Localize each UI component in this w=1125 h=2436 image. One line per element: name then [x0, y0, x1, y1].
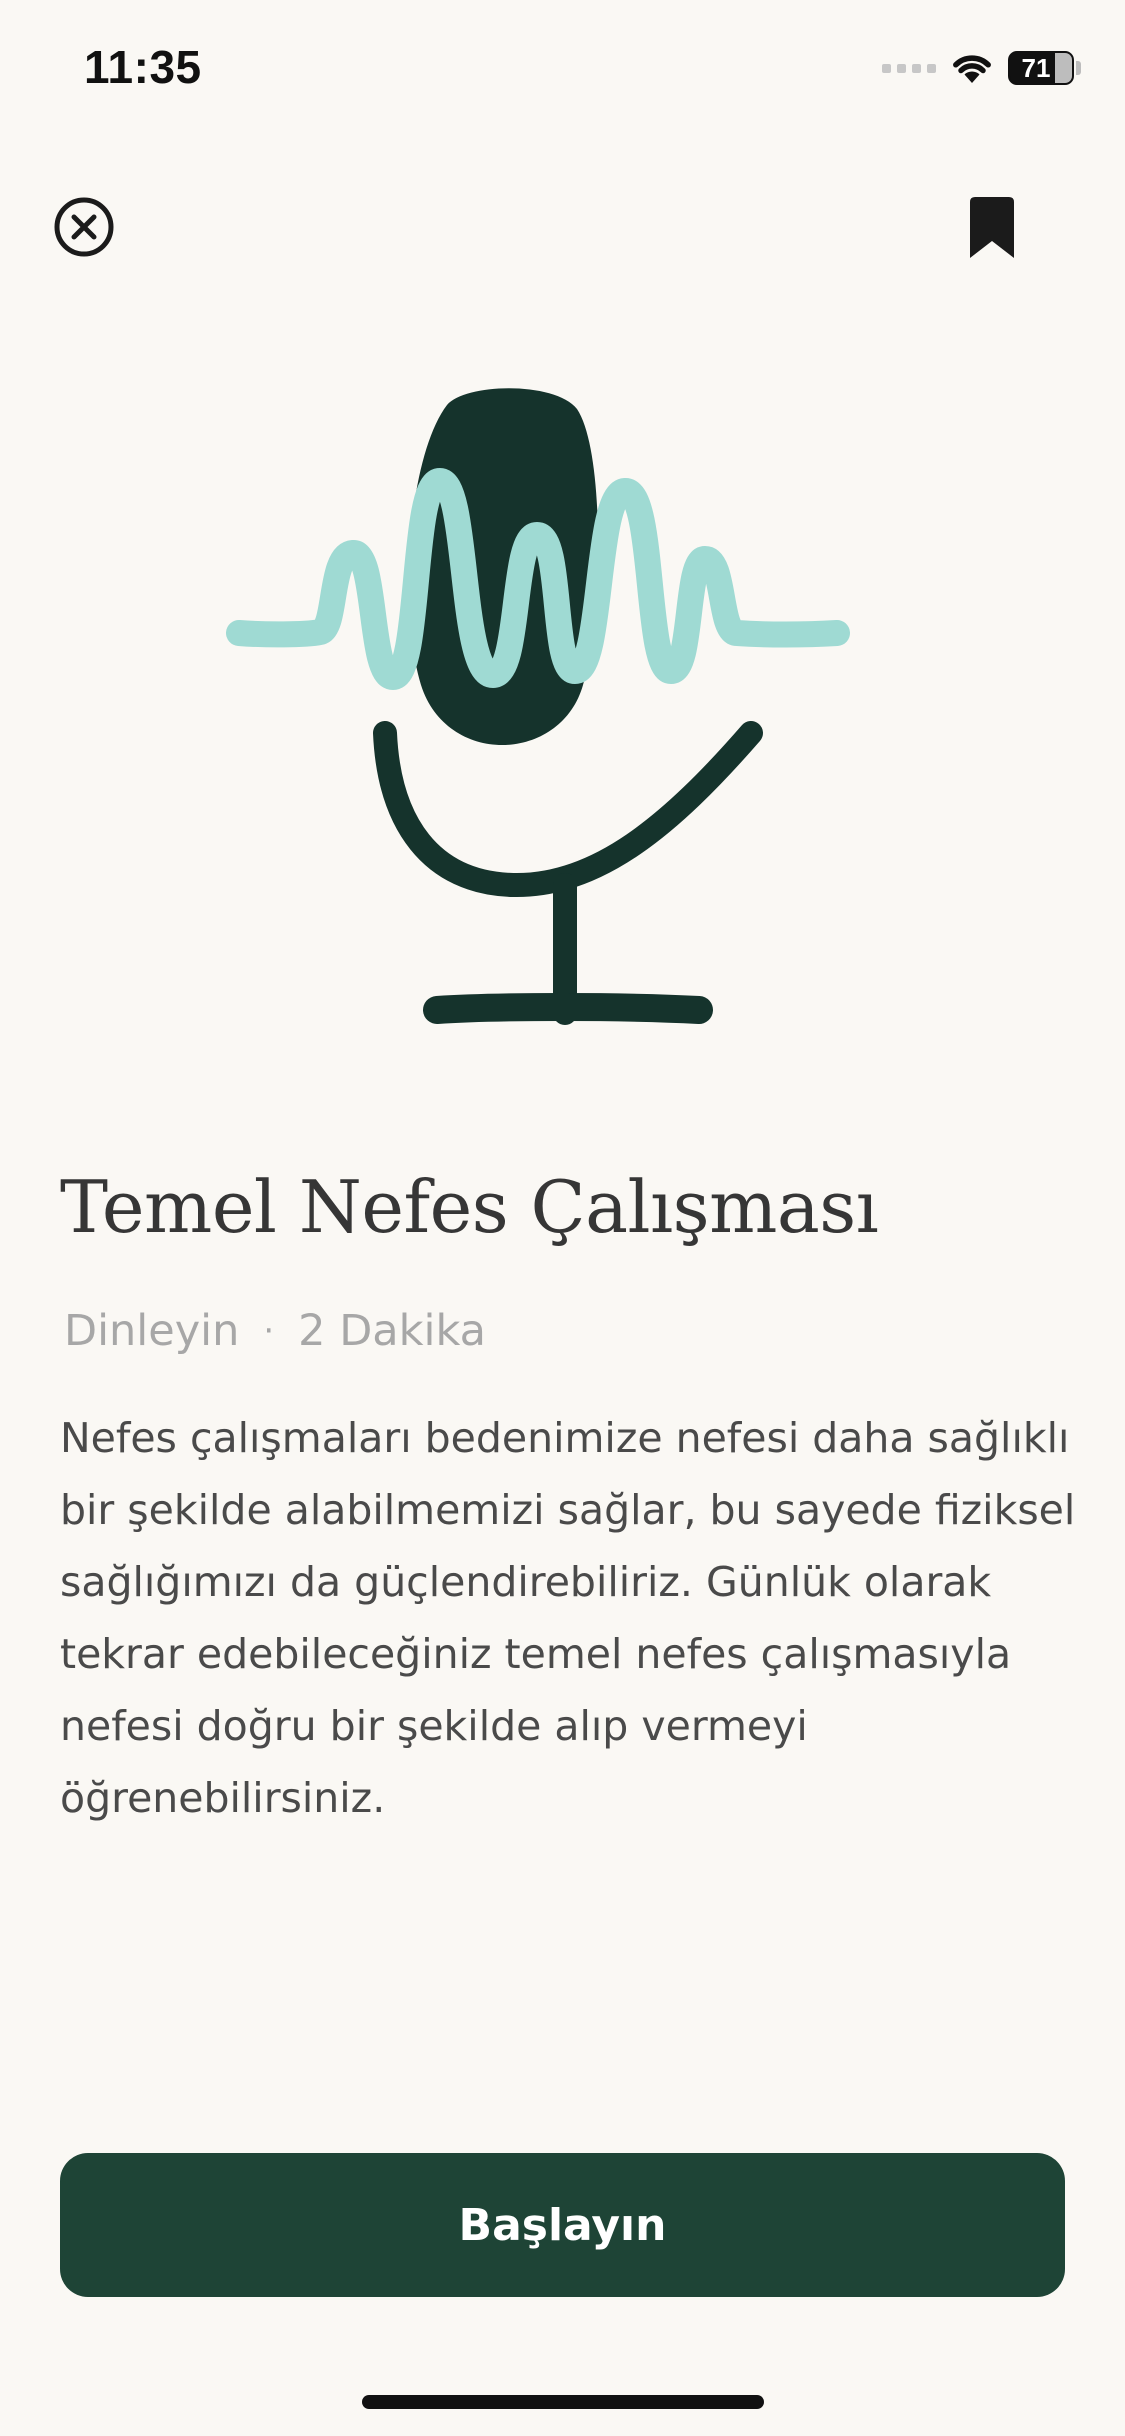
start-button[interactable]: Başlayın [60, 2153, 1065, 2297]
battery-icon: 71 [1008, 51, 1074, 85]
bookmark-icon [970, 197, 1014, 258]
microphone-illustration [226, 388, 850, 1025]
close-button[interactable] [52, 195, 116, 259]
wifi-icon [953, 55, 991, 83]
session-meta: Dinleyin · 2 Dakika [64, 1306, 486, 1356]
close-circle-icon [54, 197, 114, 257]
status-icons: 71 [882, 46, 1081, 90]
battery-level: 71 [1021, 52, 1051, 83]
meta-separator: · [263, 1311, 275, 1351]
battery-cap [1076, 61, 1081, 75]
page-title: Temel Nefes Çalışması [60, 1165, 879, 1249]
cellular-signal-icon [882, 63, 936, 73]
status-bar: 11:35 71 [0, 0, 1125, 140]
mic-base [423, 993, 713, 1024]
bookmark-button[interactable] [960, 194, 1024, 264]
mic-head [408, 388, 599, 746]
session-description: Nefes çalışmaları bedenimize nefesi daha… [60, 1414, 1076, 1822]
home-indicator[interactable] [362, 2395, 764, 2409]
session-type: Dinleyin [64, 1306, 240, 1356]
session-duration: 2 Dakika [298, 1306, 487, 1356]
mic-holder [373, 721, 763, 898]
status-time: 11:35 [84, 41, 202, 93]
